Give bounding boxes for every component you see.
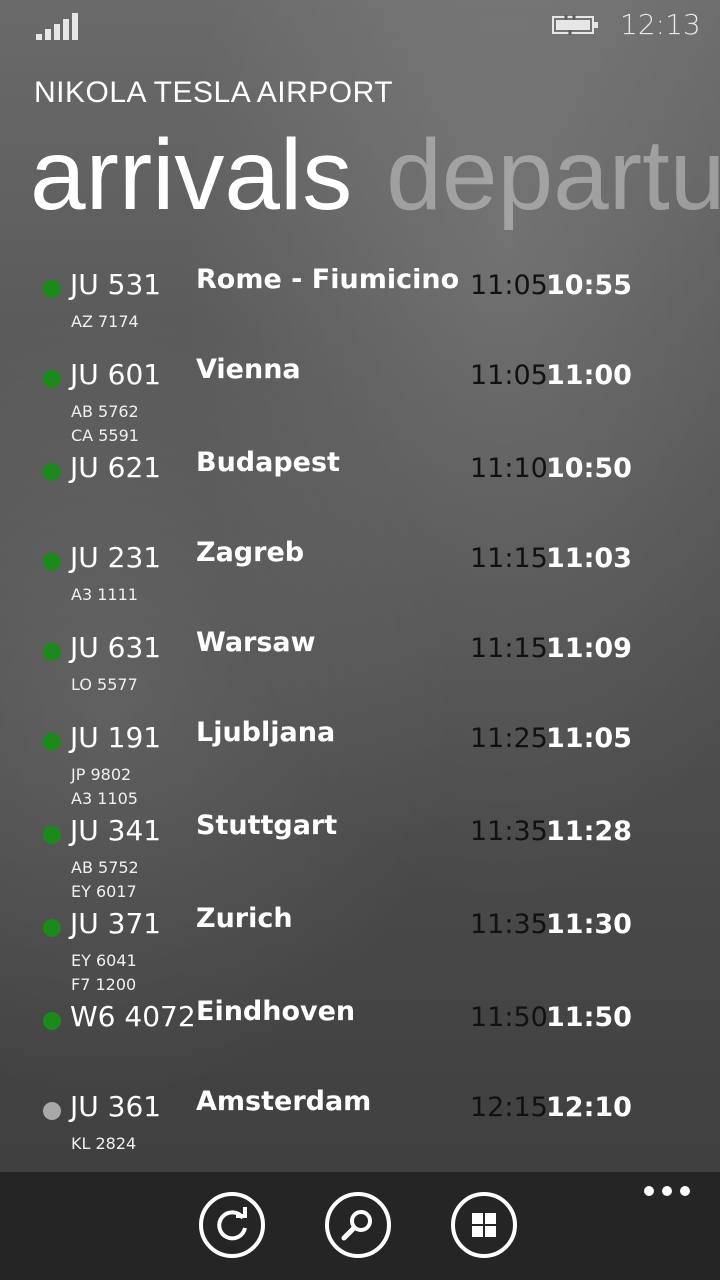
- scheduled-time: 11:15: [470, 633, 548, 664]
- origin-city: Zagreb: [196, 537, 305, 568]
- tiles-icon: [472, 1213, 496, 1237]
- signal-strength-icon: [36, 12, 82, 40]
- actual-time: 11:00: [546, 360, 632, 391]
- flight-number: JU 601: [70, 358, 162, 391]
- origin-city: Ljubljana: [196, 717, 336, 748]
- origin-city: Warsaw: [196, 627, 316, 658]
- pivot-tab-arrivals[interactable]: arrivals: [30, 120, 352, 230]
- flight-status-dot: [43, 733, 61, 751]
- flight-row[interactable]: JU 621 Budapest 11:10 10:50: [0, 447, 720, 541]
- origin-city: Budapest: [196, 447, 340, 478]
- codeshare-number: AZ 7174: [71, 312, 139, 331]
- scheduled-time: 11:25: [470, 723, 548, 754]
- codeshare-number: JP 9802: [71, 765, 132, 784]
- flight-number: JU 371: [70, 907, 162, 940]
- flight-status-dot: [43, 463, 61, 481]
- codeshare-number: F7 1200: [71, 975, 137, 994]
- codeshare-number: AB 5762: [71, 402, 139, 421]
- search-icon: [341, 1210, 372, 1241]
- actual-time: 11:28: [546, 816, 632, 847]
- origin-city: Vienna: [196, 354, 301, 385]
- flight-number: JU 191: [70, 721, 162, 754]
- flight-row[interactable]: JU 531 AZ 7174 Rome - Fiumicino 11:05 10:55: [0, 268, 720, 358]
- codeshare-number: A3 1105: [71, 789, 138, 808]
- actual-time: 10:50: [546, 453, 632, 484]
- codeshare-number: LO 5577: [71, 675, 138, 694]
- actual-time: 11:30: [546, 909, 632, 940]
- codeshare-number: EY 6041: [71, 951, 137, 970]
- flight-row[interactable]: JU 191 JP 9802 A3 1105 Ljubljana 11:25 11:05: [0, 717, 720, 811]
- flight-number: JU 341: [70, 814, 162, 847]
- actual-time: 11:03: [546, 543, 632, 574]
- origin-city: Stuttgart: [196, 810, 338, 841]
- battery-charging-icon: [552, 15, 598, 35]
- scheduled-time: 11:50: [470, 1002, 548, 1033]
- codeshare-number: EY 6017: [71, 882, 137, 901]
- actual-time: 10:55: [546, 270, 632, 301]
- scheduled-time: 11:35: [470, 909, 548, 940]
- flight-row[interactable]: W6 4072 Eindhoven 11:50 11:50: [0, 996, 720, 1090]
- origin-city: Amsterdam: [196, 1086, 372, 1117]
- flight-status-dot: [43, 553, 61, 571]
- flight-row[interactable]: JU 601 AB 5762 CA 5591 Vienna 11:05 11:00: [0, 354, 720, 448]
- flight-status-dot: [43, 919, 61, 937]
- flight-number: W6 4072: [70, 1000, 196, 1033]
- app-title: NIKOLA TESLA AIRPORT: [34, 76, 394, 109]
- scheduled-time: 11:15: [470, 543, 548, 574]
- flight-row[interactable]: JU 631 LO 5577 Warsaw 11:15 11:09: [0, 627, 720, 721]
- flight-row[interactable]: JU 231 A3 1111 Zagreb 11:15 11:03: [0, 537, 720, 631]
- status-bar: 12:13: [0, 0, 720, 52]
- app-bar: [0, 1172, 720, 1280]
- flight-number: JU 621: [70, 451, 162, 484]
- flight-number: JU 361: [70, 1090, 162, 1123]
- flight-row[interactable]: JU 361 KL 2824 Amsterdam 12:15 12:10: [0, 1086, 720, 1168]
- flight-number: JU 631: [70, 631, 162, 664]
- codeshare-number: CA 5591: [71, 426, 139, 445]
- flight-status-dot: [43, 1012, 61, 1030]
- origin-city: Zurich: [196, 903, 293, 934]
- scheduled-time: 11:05: [470, 360, 548, 391]
- flight-status-dot: [43, 826, 61, 844]
- actual-time: 12:10: [546, 1092, 632, 1123]
- scheduled-time: 11:10: [470, 453, 548, 484]
- pivot-tab-departures[interactable]: departures: [386, 120, 720, 230]
- flight-status-dot: [43, 370, 61, 388]
- codeshare-number: AB 5752: [71, 858, 139, 877]
- origin-city: Eindhoven: [196, 996, 356, 1027]
- arrivals-list[interactable]: JU 531 AZ 7174 Rome - Fiumicino 11:05 10:55 J…: [0, 268, 720, 1168]
- origin-city: Rome - Fiumicino: [196, 268, 460, 295]
- codeshare-number: KL 2824: [71, 1134, 137, 1153]
- flight-status-dot: [43, 280, 61, 298]
- flight-number: JU 231: [70, 541, 162, 574]
- scheduled-time: 12:15: [470, 1092, 548, 1123]
- codeshare-number: A3 1111: [71, 585, 138, 604]
- flight-row[interactable]: JU 371 EY 6041 F7 1200 Zurich 11:35 11:30: [0, 903, 720, 997]
- flight-status-dot: [43, 643, 61, 661]
- status-clock: 12:13: [620, 8, 701, 41]
- refresh-button[interactable]: [199, 1192, 265, 1258]
- flight-number: JU 531: [70, 268, 162, 301]
- actual-time: 11:50: [546, 1002, 632, 1033]
- actual-time: 11:05: [546, 723, 632, 754]
- pivot-header: arrivals departures: [30, 120, 720, 230]
- scheduled-time: 11:05: [470, 270, 548, 301]
- ellipsis-icon[interactable]: [642, 1186, 692, 1206]
- flight-status-dot: [43, 1102, 61, 1120]
- tiles-button[interactable]: [451, 1192, 517, 1258]
- flight-row[interactable]: JU 341 AB 5752 EY 6017 Stuttgart 11:35 11:28: [0, 810, 720, 904]
- scheduled-time: 11:35: [470, 816, 548, 847]
- actual-time: 11:09: [546, 633, 632, 664]
- refresh-icon: [217, 1207, 247, 1241]
- search-button[interactable]: [325, 1192, 391, 1258]
